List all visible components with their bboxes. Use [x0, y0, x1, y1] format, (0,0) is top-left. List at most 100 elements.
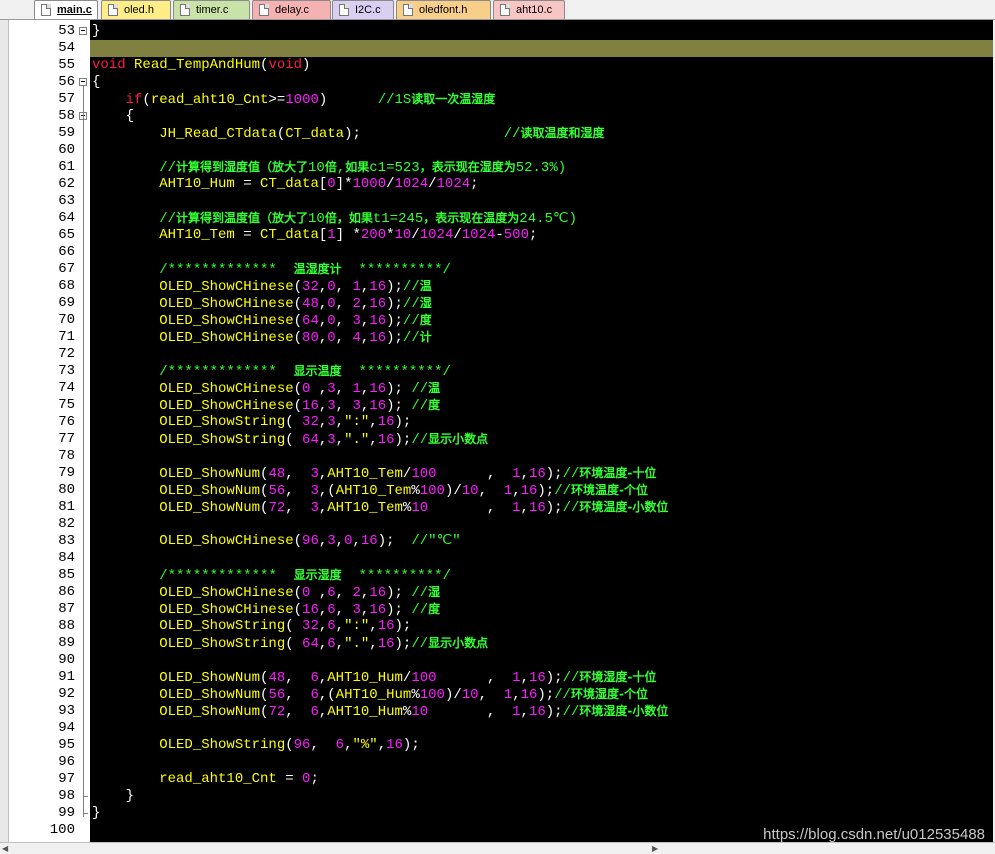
code-token: OLED_ShowCHinese — [92, 602, 294, 618]
code-line: if(read_aht10_Cnt>=1000) //1S读取一次温湿度 — [92, 91, 496, 108]
tab-timer-c[interactable]: timer.c — [173, 0, 250, 19]
code-line: OLED_ShowCHinese(0 ,3, 1,16); //温 — [92, 380, 440, 397]
code-token: 计 — [419, 330, 432, 344]
tab-label: timer.c — [196, 4, 229, 16]
tab-oledfont-h[interactable]: oledfont.h — [396, 0, 491, 19]
code-token: { — [92, 108, 135, 124]
code-token: 6 — [327, 618, 336, 634]
code-token: 环境温度-十位 — [579, 466, 657, 480]
tab-i2c-c[interactable]: I2C.c — [332, 0, 394, 19]
code-token: CT_data — [260, 227, 319, 243]
line-number: 64 — [58, 210, 75, 226]
code-token: , — [318, 296, 328, 312]
code-token: , — [285, 500, 311, 516]
tab-aht10-c[interactable]: aht10.c — [493, 0, 565, 19]
code-token: , — [285, 704, 311, 720]
code-token: OLED_ShowString — [92, 432, 286, 448]
code-token: ( — [142, 92, 151, 108]
code-token: Read_TempAndHum — [125, 57, 261, 73]
code-line: OLED_ShowString( 64,6,".",16);//显示小数点 — [92, 635, 488, 652]
scroll-left-arrow-icon[interactable]: ◀ — [2, 845, 12, 853]
code-token: )/ — [444, 687, 462, 703]
code-token: 200 — [360, 227, 387, 243]
file-icon — [500, 4, 510, 16]
code-token: ":" — [344, 618, 370, 634]
code-token: ( — [293, 330, 303, 346]
code-token: 32 — [302, 279, 319, 295]
code-token: //"℃" — [411, 533, 461, 549]
line-number: 97 — [58, 771, 75, 787]
line-number: 63 — [58, 193, 75, 209]
code-token: "." — [344, 432, 370, 448]
code-token: ( — [293, 381, 303, 397]
code-token: 1 — [503, 483, 513, 499]
code-token: 16 — [528, 500, 546, 516]
code-token: 1 — [512, 500, 521, 516]
line-number: 72 — [58, 346, 75, 362]
code-token: 64 — [302, 432, 319, 448]
code-line: OLED_ShowNum(72, 6,AHT10_Hum%10 , 1,16);… — [92, 703, 668, 720]
code-token: 16 — [369, 381, 387, 397]
code-token: , — [478, 483, 504, 499]
code-token: 1 — [352, 381, 361, 397]
code-token: 10 — [461, 687, 479, 703]
tab-oled-h[interactable]: oled.h — [101, 0, 171, 19]
code-token: // — [411, 585, 429, 601]
code-token: OLED_ShowNum — [92, 704, 261, 720]
code-line: OLED_ShowCHinese(16,6, 3,16); //度 — [92, 601, 440, 618]
code-token: 1024 — [461, 227, 496, 243]
code-token: ，表示现在湿度为 — [419, 160, 516, 174]
line-number: 68 — [58, 278, 75, 294]
code-token: , — [512, 687, 521, 703]
line-number: 96 — [58, 754, 75, 770]
code-token: // — [411, 636, 429, 652]
code-token: , — [318, 618, 328, 634]
code-token: ); — [545, 500, 563, 516]
line-number: 92 — [58, 686, 75, 702]
code-token: 100 — [419, 687, 445, 703]
tab-main-c[interactable]: main.c — [34, 0, 98, 19]
code-token: [ — [318, 227, 328, 243]
code-token: 3 — [327, 381, 336, 397]
code-token: 1 — [352, 279, 361, 295]
code-token: [ — [318, 176, 328, 192]
fold-toggle-icon[interactable] — [79, 27, 87, 35]
file-icon — [41, 4, 51, 16]
fold-toggle-icon[interactable] — [79, 78, 87, 86]
code-token: 10 — [411, 500, 429, 516]
line-number: 57 — [58, 91, 75, 107]
tab-delay-c[interactable]: delay.c — [252, 0, 331, 19]
code-token: , — [310, 381, 328, 397]
scroll-right-arrow-icon[interactable]: ▶ — [652, 845, 662, 853]
code-token: 0 — [327, 296, 336, 312]
code-editor[interactable]: } void Read_TempAndHum(void){ if(read_aht… — [90, 20, 993, 842]
code-line: OLED_ShowString(96, 6,"%",16); — [92, 737, 420, 754]
line-number: 80 — [58, 482, 75, 498]
fold-end-marker — [83, 813, 88, 814]
horizontal-scrollbar[interactable]: ◀ ▶ — [0, 842, 995, 854]
code-token: 6 — [310, 704, 319, 720]
code-token: , — [369, 636, 378, 652]
code-token: ( — [293, 313, 303, 329]
code-token: ( — [293, 279, 303, 295]
code-token: , — [335, 602, 353, 618]
code-token: , — [520, 704, 529, 720]
code-token: 16 — [369, 330, 387, 346]
code-token: 1000 — [352, 176, 387, 192]
code-token: 计算得到温度值（放大了 — [176, 211, 309, 225]
code-token: ,( — [318, 687, 336, 703]
code-token: 温 — [428, 381, 441, 395]
code-token: ( — [293, 533, 303, 549]
code-token: / — [453, 227, 462, 243]
code-token: - — [495, 227, 504, 243]
code-token: , — [335, 585, 353, 601]
tab-label: oledfont.h — [419, 4, 468, 16]
code-token: 500 — [503, 227, 529, 243]
code-token: 2 — [352, 585, 361, 601]
code-token: ); — [394, 414, 412, 430]
tab-label: I2C.c — [355, 4, 381, 16]
line-number: 98 — [58, 788, 75, 804]
code-token: 0 — [327, 330, 336, 346]
code-token: 1 — [512, 466, 521, 482]
code-line: OLED_ShowCHinese(16,3, 3,16); //度 — [92, 397, 440, 414]
